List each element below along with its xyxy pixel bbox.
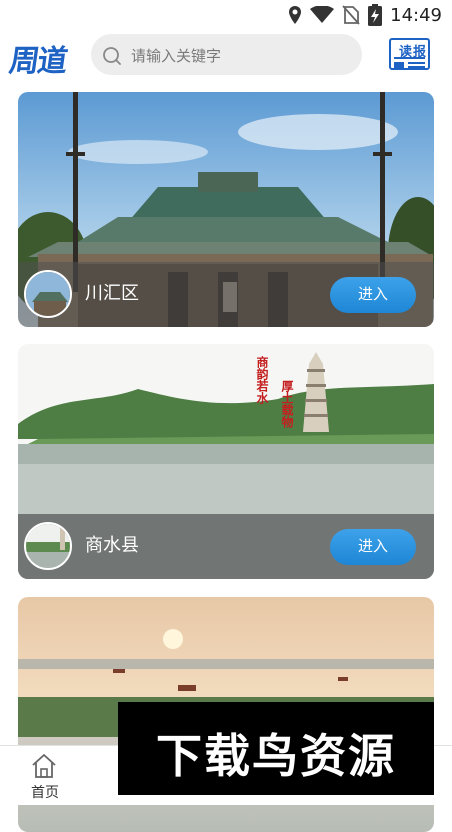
region-avatar (24, 522, 72, 570)
wifi-icon (310, 6, 335, 23)
region-avatar (24, 270, 72, 318)
region-card-chuanhui[interactable]: 川汇区 进入 (18, 92, 434, 327)
search-icon (103, 47, 121, 65)
search-placeholder: 请输入关键字 (131, 48, 222, 65)
calligraphy-left: 商韵若水 (255, 355, 269, 405)
enter-button[interactable]: 进入 (330, 529, 416, 565)
watermark-banner: 下载鸟资源 (118, 702, 434, 795)
status-time: 14:49 (390, 4, 442, 26)
app-logo[interactable]: 周道 (7, 36, 69, 80)
calligraphy-right: 厚土载物 (280, 380, 294, 429)
search-input[interactable]: 请输入关键字 (91, 34, 362, 75)
no-sim-icon (342, 5, 360, 25)
enter-button[interactable]: 进入 (330, 277, 416, 313)
battery-charging-icon (368, 4, 383, 26)
watermark-text: 下载鸟资源 (156, 729, 396, 783)
tab-label: 首页 (31, 784, 59, 800)
region-card-shangshui[interactable]: 商韵若水 厚土载物 商水县 进入 (18, 344, 434, 579)
app-header: 周道 请输入关键字 读报 (0, 30, 452, 82)
region-name: 商水县 (85, 535, 139, 555)
home-icon (32, 754, 56, 778)
status-bar: 14:49 (0, 0, 452, 30)
newspaper-icon (394, 57, 425, 68)
location-icon (289, 6, 302, 24)
read-report-button[interactable]: 读报 (389, 38, 430, 70)
status-icons: 14:49 (288, 4, 442, 26)
region-name: 川汇区 (85, 283, 139, 303)
tab-home[interactable]: 首页 (0, 746, 90, 806)
